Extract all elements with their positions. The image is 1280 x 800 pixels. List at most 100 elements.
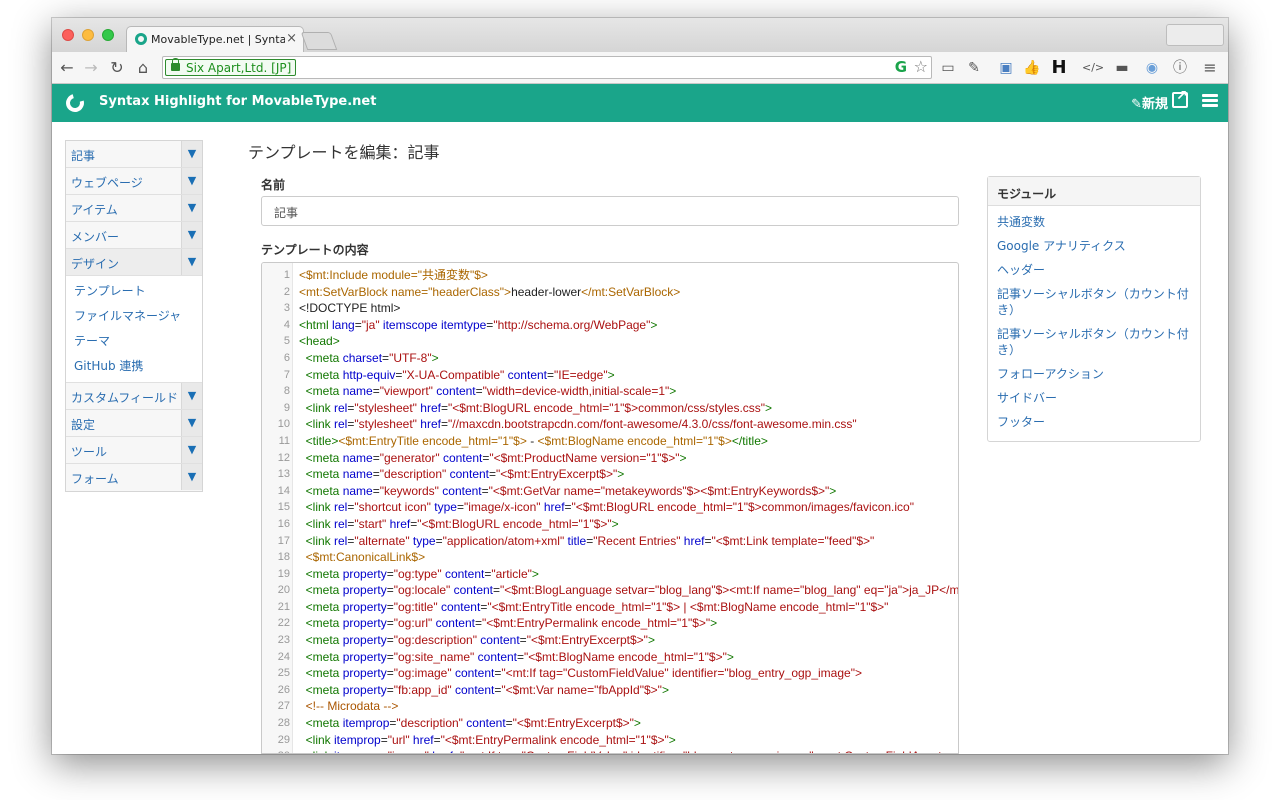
code-line[interactable]: 22 <meta property="og:url" content="<$mt… — [262, 615, 958, 632]
code-extension-icon[interactable]: </> — [1082, 58, 1104, 78]
module-link[interactable]: フォローアクション — [988, 366, 1200, 382]
headings-extension-icon[interactable]: H — [1048, 58, 1070, 78]
chevron-down-icon[interactable]: ▼ — [181, 195, 202, 221]
code-editor[interactable]: 1 <$mt:Include module="共通変数"$> 2 <mt:SetVar… — [261, 262, 959, 754]
code-token: = — [456, 500, 464, 515]
code-line[interactable]: 28 <meta itemprop="description" content=… — [262, 715, 958, 732]
code-line[interactable]: 18 <$mt:CanonicalLink$> — [262, 549, 958, 566]
new-tab-button[interactable] — [300, 32, 338, 50]
code-line[interactable]: 5 <head> — [262, 333, 958, 350]
code-line[interactable]: 16 <link rel="start" href="<$mt:BlogURL … — [262, 516, 958, 533]
submenu-item-themes[interactable]: テーマ — [66, 328, 202, 353]
tab-close-icon[interactable]: × — [286, 31, 297, 46]
code-line[interactable]: 3 <!DOCTYPE html> — [262, 300, 958, 317]
code-token: = — [386, 633, 394, 648]
code-line[interactable]: 26 <meta property="fb:app_id" content="<… — [262, 682, 958, 699]
ev-certificate-badge[interactable]: Six Apart,Ltd. [JP] — [165, 58, 297, 76]
zoom-window-button[interactable] — [102, 29, 114, 41]
code-line[interactable]: 9 <link rel="stylesheet" href="<$mt:Blog… — [262, 400, 958, 417]
sidebar-item-forms[interactable]: フォーム ▼ — [66, 464, 202, 491]
sidebar-item-custom-fields[interactable]: カスタムフィールド ▼ — [66, 383, 202, 410]
chevron-down-icon[interactable]: ▼ — [181, 249, 202, 275]
chevron-down-icon[interactable]: ▼ — [181, 437, 202, 463]
external-link-icon[interactable] — [1172, 88, 1188, 108]
code-line[interactable]: 14 <meta name="keywords" content="<$mt:G… — [262, 483, 958, 500]
code-line[interactable]: 11 <title><$mt:EntryTitle encode_html="1… — [262, 433, 958, 450]
hamburger-menu-icon[interactable] — [1202, 94, 1218, 108]
code-line[interactable]: 4 <html lang="ja" itemscope itemtype="htt… — [262, 317, 958, 334]
profile-button[interactable] — [1166, 24, 1224, 46]
code-line[interactable]: 19 <meta property="og:type" content="art… — [262, 566, 958, 583]
code-line[interactable]: 1 <$mt:Include module="共通変数"$> — [262, 267, 958, 284]
module-link[interactable]: 記事ソーシャルボタン（カウント付き） — [988, 326, 1200, 358]
reload-icon[interactable]: ↻ — [106, 57, 128, 79]
code-line[interactable]: 7 <meta http-equiv = "X-UA-Compatible" con… — [262, 367, 958, 384]
tab-extension-icon[interactable]: ▬ — [1114, 58, 1130, 78]
code-line[interactable]: 8 <meta name="viewport" content="width=d… — [262, 383, 958, 400]
sidebar-item-entries[interactable]: 記事 ▼ — [66, 141, 202, 168]
code-line[interactable]: 29 <link itemprop="url" href="<$mt:Entry… — [262, 732, 958, 749]
close-window-button[interactable] — [62, 29, 74, 41]
bookmark-star-icon[interactable]: ☆ — [914, 57, 928, 76]
module-link[interactable]: 共通変数 — [988, 214, 1200, 230]
chevron-down-icon[interactable]: ▼ — [181, 464, 202, 490]
code-line[interactable]: 20 <meta property="og:locale" content="<… — [262, 582, 958, 599]
code-line[interactable]: 27 <!-- Microdata --> — [262, 698, 958, 715]
code-line[interactable]: 23 <meta property="og:description" conte… — [262, 632, 958, 649]
browser-tab[interactable]: MovableType.net | Syntax H × — [126, 26, 304, 52]
code-line[interactable]: 25 <meta property="og:image" content="<m… — [262, 665, 958, 682]
code-line[interactable]: 15 <link rel="shortcut icon" type="image… — [262, 499, 958, 516]
sidebar-item-settings[interactable]: 設定 ▼ — [66, 410, 202, 437]
minimize-window-button[interactable] — [82, 29, 94, 41]
code-line[interactable]: 30 <link itemprop="image" href="<mt:If t… — [262, 748, 958, 753]
sidebar-item-tools[interactable]: ツール ▼ — [66, 437, 202, 464]
tab-title: MovableType.net | Syntax H — [151, 33, 285, 46]
screenshot-extension-icon[interactable]: ▣ — [996, 58, 1016, 78]
chevron-down-icon[interactable]: ▼ — [181, 383, 202, 409]
template-name-input[interactable]: 記事 — [261, 196, 959, 226]
code-line[interactable]: 12 <meta name="generator" content="<$mt:… — [262, 450, 958, 467]
chevron-down-icon[interactable]: ▼ — [181, 222, 202, 248]
module-link[interactable]: 記事ソーシャルボタン（カウント付き） — [988, 286, 1200, 318]
code-line[interactable]: 24 <meta property="og:site_name" content… — [262, 649, 958, 666]
grammarly-icon[interactable]: G — [895, 58, 907, 76]
camera-extension-icon[interactable]: ◉ — [1142, 58, 1162, 78]
sidebar-item-members[interactable]: メンバー ▼ — [66, 222, 202, 249]
module-link[interactable]: ヘッダー — [988, 262, 1200, 278]
code-token: - — [526, 433, 538, 448]
like-extension-icon[interactable]: 👍 — [1022, 58, 1042, 78]
submenu-item-file-manager[interactable]: ファイルマネージャ — [66, 303, 202, 328]
forward-icon[interactable]: → — [80, 57, 102, 79]
code-token: content — [504, 367, 547, 382]
address-bar[interactable]: Six Apart,Ltd. [JP] G ☆ — [162, 56, 932, 79]
sidebar-item-items[interactable]: アイテム ▼ — [66, 195, 202, 222]
info-extension-icon[interactable]: ⓘ — [1170, 58, 1190, 78]
line-number: 23 — [277, 634, 290, 647]
cast-icon[interactable]: ▭ — [938, 58, 958, 78]
home-icon[interactable]: ⌂ — [132, 57, 154, 79]
submenu-item-github[interactable]: GitHub 連携 — [66, 353, 202, 378]
submenu-item-templates[interactable]: テンプレート — [66, 278, 202, 303]
eyedropper-icon[interactable]: ✎ — [964, 58, 984, 78]
chevron-down-icon[interactable]: ▼ — [181, 168, 202, 194]
sidebar-item-design[interactable]: デザイン ▼ — [66, 249, 202, 276]
sidebar-item-webpages[interactable]: ウェブページ ▼ — [66, 168, 202, 195]
code-line[interactable]: 10 <link rel="stylesheet" href="//maxcdn… — [262, 416, 958, 433]
code-content[interactable]: 1 <$mt:Include module="共通変数"$> 2 <mt:SetVar… — [262, 267, 958, 753]
chevron-down-icon[interactable]: ▼ — [181, 141, 202, 167]
code-token: > — [765, 400, 773, 415]
code-line[interactable]: 21 <meta property="og:title" content="<$… — [262, 599, 958, 616]
code-line[interactable]: 6 <meta charset="UTF-8"> — [262, 350, 958, 367]
code-token: "<$mt:BlogURL encode_html="1"$>common/cs… — [447, 400, 766, 415]
chrome-menu-icon[interactable]: ≡ — [1200, 58, 1220, 78]
code-token: "stylesheet" — [354, 417, 417, 432]
new-button[interactable]: ✎新規 — [1131, 93, 1168, 112]
chevron-down-icon[interactable]: ▼ — [181, 410, 202, 436]
back-icon[interactable]: ← — [56, 57, 78, 79]
module-link[interactable]: サイドバー — [988, 390, 1200, 406]
code-line[interactable]: 2 <mt:SetVarBlock name="headerClass">head… — [262, 284, 958, 301]
code-line[interactable]: 17 <link rel="alternate" type="applicati… — [262, 533, 958, 550]
code-line[interactable]: 13 <meta name="description" content="<$m… — [262, 466, 958, 483]
module-link[interactable]: Google アナリティクス — [988, 238, 1200, 254]
module-link[interactable]: フッター — [988, 414, 1200, 430]
